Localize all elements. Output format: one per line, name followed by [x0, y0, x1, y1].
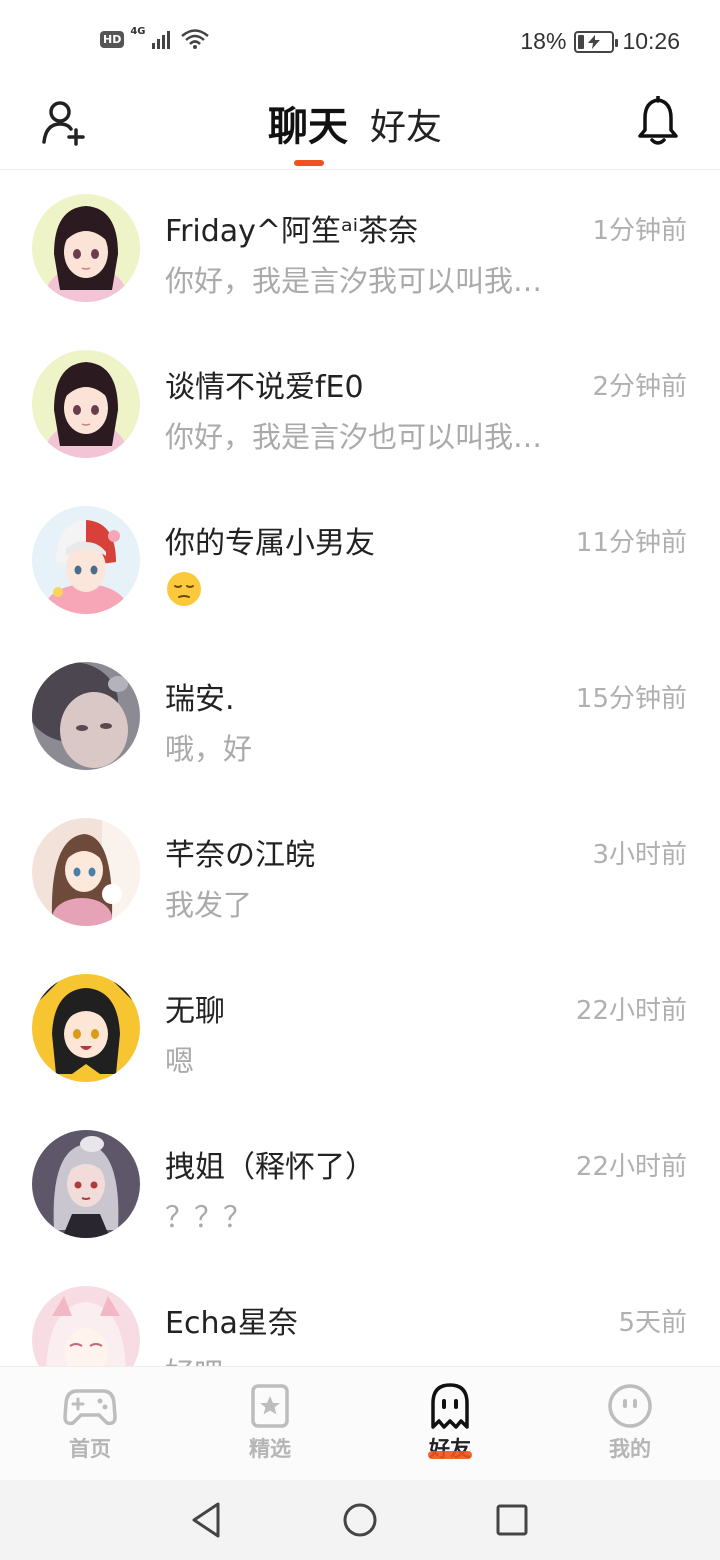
- tab-me[interactable]: 我的: [570, 1383, 690, 1473]
- avatar[interactable]: [32, 818, 140, 926]
- active-tab-underline: [428, 1451, 472, 1459]
- gamepad-icon: [63, 1389, 117, 1426]
- battery-fill: [578, 34, 585, 49]
- charging-bolt-icon: [588, 34, 601, 49]
- chat-time: 1分钟前: [592, 216, 687, 246]
- chat-item[interactable]: Friday^阿笙ᵃⁱ茶奈 你好，我是言汐我可以叫我… 1分钟前: [0, 170, 720, 326]
- circle-home-icon[interactable]: [340, 1500, 380, 1540]
- chat-item[interactable]: 瑞安. 哦，好 15分钟前: [0, 638, 720, 794]
- chat-preview: 嗯: [165, 1044, 195, 1078]
- anime-boy-avatar-image: [32, 506, 140, 614]
- status-bar: HD 4G 18% 10:26: [0, 0, 720, 84]
- header: 聊天 好友: [0, 84, 720, 170]
- signal-icon: [151, 31, 170, 49]
- avatar[interactable]: [32, 1130, 140, 1238]
- battery-icon: [574, 30, 619, 53]
- chat-item[interactable]: 你的专属小男友 11分钟前: [0, 482, 720, 638]
- chat-name: 瑞安.: [165, 682, 235, 717]
- bottom-tab-bar: 首页 精选 好友 我的: [0, 1366, 720, 1480]
- avatar[interactable]: [32, 506, 140, 614]
- avatar[interactable]: [32, 194, 140, 302]
- tab-home[interactable]: 首页: [30, 1383, 150, 1473]
- hd-badge: HD: [100, 30, 125, 48]
- chat-name: 无聊: [165, 994, 225, 1029]
- chat-time: 11分钟前: [575, 528, 687, 558]
- chat-list: Friday^阿笙ᵃⁱ茶奈 你好，我是言汐我可以叫我… 1分钟前 谈情不说爱fE…: [0, 170, 720, 1366]
- chat-time: 22小时前: [575, 1152, 687, 1182]
- chat-preview: 你好，我是言汐我可以叫我…: [165, 264, 543, 298]
- avatar[interactable]: [32, 974, 140, 1082]
- anime-girl-avatar-image: [32, 1286, 140, 1366]
- chat-name: Friday^阿笙ᵃⁱ茶奈: [165, 214, 419, 249]
- chat-preview: 好吧: [165, 1350, 223, 1366]
- anime-girl-avatar-image: [32, 818, 140, 926]
- tab-friends-label: 好友: [370, 107, 443, 148]
- chat-time: 22小时前: [575, 996, 687, 1026]
- chat-preview: 我发了: [165, 888, 253, 922]
- chat-name: 芊奈の江皖: [165, 838, 315, 873]
- chat-preview-emoji: [165, 570, 203, 615]
- chat-item[interactable]: 拽姐（释怀了） ？？？ 22小时前: [0, 1106, 720, 1262]
- tab-featured-label: 精选: [249, 1437, 291, 1461]
- chat-time: 5天前: [618, 1308, 687, 1338]
- system-nav-bar: [0, 1480, 720, 1560]
- chat-item[interactable]: 芊奈の江皖 我发了 3小时前: [0, 794, 720, 950]
- clock: 10:26: [622, 28, 680, 54]
- tab-chat[interactable]: 聊天: [268, 94, 348, 166]
- smiley-icon: [608, 1384, 652, 1428]
- anime-girl-avatar-image: [32, 974, 140, 1082]
- chat-time: 2分钟前: [592, 372, 687, 402]
- chat-item[interactable]: Echa星奈 好吧 5天前: [0, 1262, 720, 1366]
- triangle-back-icon[interactable]: [186, 1500, 226, 1540]
- chat-name: 你的专属小男友: [165, 526, 375, 561]
- bell-icon[interactable]: [636, 96, 680, 146]
- tab-home-label: 首页: [69, 1437, 111, 1461]
- tab-friends-nav[interactable]: 好友: [390, 1383, 510, 1473]
- chat-preview: ？？？: [165, 1200, 253, 1234]
- tab-chat-label: 聊天: [268, 104, 348, 150]
- add-user-icon[interactable]: [40, 98, 90, 148]
- ghost-icon: [431, 1383, 469, 1429]
- tab-friends[interactable]: 好友: [370, 98, 442, 152]
- avatar[interactable]: [32, 662, 140, 770]
- network-type-label: 4G: [130, 25, 146, 37]
- wifi-icon: [180, 29, 209, 49]
- tab-me-label: 我的: [609, 1437, 651, 1461]
- chat-preview: 哦，好: [165, 732, 253, 766]
- status-right: 18% 10:26: [520, 28, 680, 55]
- pensive-face-icon: [167, 572, 201, 606]
- chat-name: 谈情不说爱fE0: [165, 370, 364, 405]
- chat-name: Echa星奈: [165, 1306, 298, 1341]
- active-tab-indicator: [294, 160, 324, 166]
- avatar[interactable]: [32, 350, 140, 458]
- header-tabs: 聊天 好友: [268, 94, 442, 166]
- blurry-photo-avatar-image: [32, 662, 140, 770]
- chat-time: 15分钟前: [575, 684, 687, 714]
- star-card-icon: [251, 1384, 289, 1428]
- chat-item[interactable]: 无聊 嗯 22小时前: [0, 950, 720, 1106]
- chat-preview: 你好，我是言汐也可以叫我…: [165, 420, 543, 454]
- anime-girl-avatar-image: [32, 350, 140, 458]
- avatar[interactable]: [32, 1286, 140, 1366]
- chat-item[interactable]: 谈情不说爱fE0 你好，我是言汐也可以叫我… 2分钟前: [0, 326, 720, 482]
- status-left: HD 4G: [100, 25, 210, 50]
- chat-name: 拽姐（释怀了）: [165, 1150, 375, 1185]
- tab-featured[interactable]: 精选: [210, 1383, 330, 1473]
- anime-girl-avatar-image: [32, 1130, 140, 1238]
- chat-time: 3小时前: [592, 840, 687, 870]
- square-recents-icon[interactable]: [492, 1500, 532, 1540]
- anime-girl-avatar-image: [32, 194, 140, 302]
- battery-percent: 18%: [520, 28, 567, 54]
